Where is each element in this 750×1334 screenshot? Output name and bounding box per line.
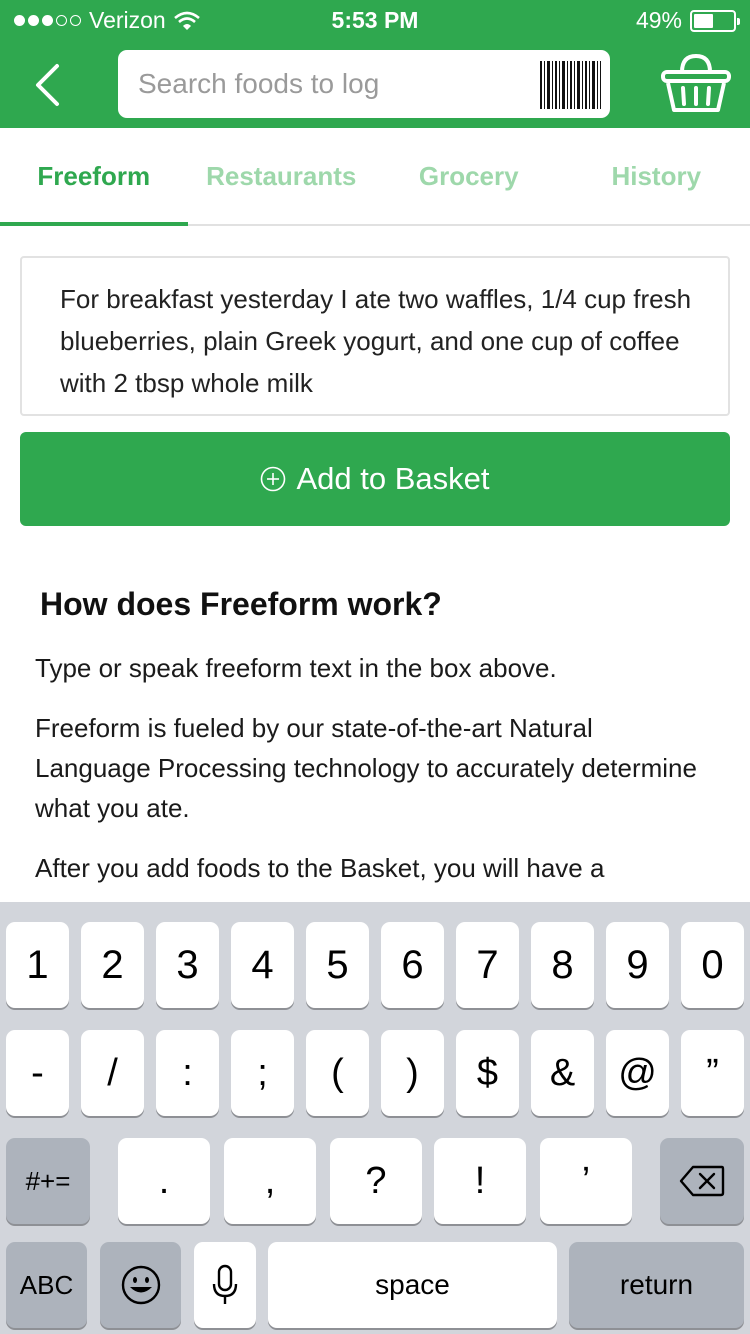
- tab-bar: Freeform Restaurants Grocery History: [0, 128, 750, 226]
- key-5[interactable]: 5: [306, 922, 369, 1008]
- status-right: 49%: [635, 7, 740, 34]
- basket-button[interactable]: [660, 50, 732, 116]
- plus-circle-icon: [261, 466, 286, 492]
- info-title: How does Freeform work?: [40, 586, 442, 622]
- search-input[interactable]: [138, 50, 528, 118]
- key-semicolon[interactable]: ;: [231, 1030, 294, 1116]
- key-4[interactable]: 4: [231, 922, 294, 1008]
- tab-restaurants[interactable]: Restaurants: [188, 128, 376, 224]
- tab-freeform[interactable]: Freeform: [0, 128, 188, 226]
- key-6[interactable]: 6: [381, 922, 444, 1008]
- key-delete[interactable]: [660, 1138, 744, 1224]
- add-to-basket-label: Add to Basket: [296, 461, 490, 496]
- status-bar: Verizon 5:53 PM 49%: [0, 0, 750, 40]
- key-exclamation[interactable]: !: [434, 1138, 526, 1224]
- info-paragraph: Freeform is fueled by our state-of-the-a…: [35, 713, 697, 823]
- tab-grocery[interactable]: Grocery: [375, 128, 563, 224]
- key-ampersand[interactable]: &: [531, 1030, 594, 1116]
- key-2[interactable]: 2: [81, 922, 144, 1008]
- backspace-icon: [679, 1165, 725, 1197]
- info-paragraph: Type or speak freeform text in the box a…: [35, 653, 557, 683]
- key-apostrophe[interactable]: ’: [540, 1138, 632, 1224]
- barcode-icon[interactable]: [538, 59, 602, 111]
- key-9[interactable]: 9: [606, 922, 669, 1008]
- key-comma[interactable]: ,: [224, 1138, 316, 1224]
- key-3[interactable]: 3: [156, 922, 219, 1008]
- key-abc[interactable]: ABC: [6, 1242, 87, 1328]
- key-0[interactable]: 0: [681, 922, 744, 1008]
- freeform-text-input[interactable]: For breakfast yesterday I ate two waffle…: [20, 256, 730, 416]
- tab-history[interactable]: History: [563, 128, 750, 224]
- search-bar: [118, 50, 610, 118]
- key-at[interactable]: @: [606, 1030, 669, 1116]
- key-open-paren[interactable]: (: [306, 1030, 369, 1116]
- microphone-icon: [212, 1264, 238, 1304]
- key-slash[interactable]: /: [81, 1030, 144, 1116]
- basket-icon: [661, 53, 731, 112]
- battery-icon: [690, 9, 740, 32]
- key-colon[interactable]: :: [156, 1030, 219, 1116]
- key-dollar[interactable]: $: [456, 1030, 519, 1116]
- chevron-left-icon: [36, 64, 59, 106]
- key-space[interactable]: space: [268, 1242, 557, 1328]
- key-hyphen[interactable]: -: [6, 1030, 69, 1116]
- key-close-paren[interactable]: ): [381, 1030, 444, 1116]
- key-8[interactable]: 8: [531, 922, 594, 1008]
- battery-percent: 49%: [635, 7, 682, 33]
- key-quote[interactable]: ”: [681, 1030, 744, 1116]
- emoji-icon: [121, 1265, 160, 1305]
- add-to-basket-button[interactable]: Add to Basket: [20, 432, 730, 526]
- keyboard: 1 2 3 4 5 6 7 8 9 0 - / : ; ( ) $ & @ ” …: [0, 902, 750, 1334]
- key-return[interactable]: return: [569, 1242, 744, 1328]
- app-header: Verizon 5:53 PM 49%: [0, 0, 750, 128]
- key-1[interactable]: 1: [6, 922, 69, 1008]
- info-paragraph: After you add foods to the Basket, you w…: [35, 853, 605, 883]
- back-button[interactable]: [22, 55, 72, 115]
- key-dictation[interactable]: [194, 1242, 256, 1328]
- key-emoji[interactable]: [100, 1242, 181, 1328]
- key-7[interactable]: 7: [456, 922, 519, 1008]
- key-question[interactable]: ?: [330, 1138, 422, 1224]
- key-more-symbols[interactable]: #+=: [6, 1138, 90, 1224]
- key-period[interactable]: .: [118, 1138, 210, 1224]
